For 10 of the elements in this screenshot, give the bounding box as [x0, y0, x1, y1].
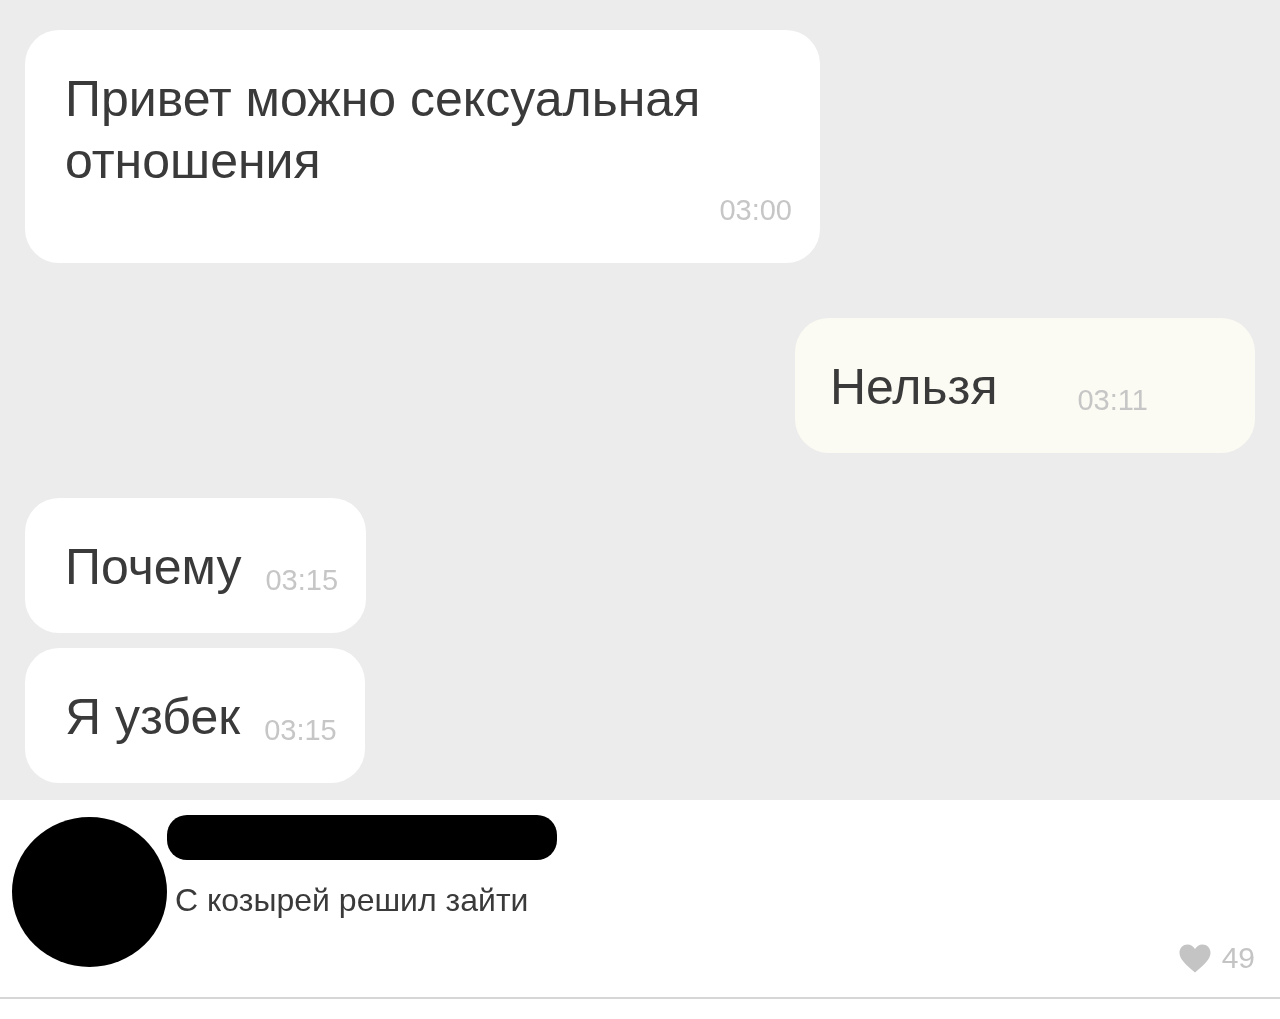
- heart-icon[interactable]: [1177, 942, 1212, 974]
- message-text: Привет можно сексуальная отношения: [65, 70, 702, 191]
- message-text: Почему: [65, 538, 242, 597]
- message-text: Нельзя: [830, 358, 998, 417]
- message-text: Я узбек: [65, 688, 241, 747]
- message-time: 03:15: [265, 563, 339, 598]
- comment-text: С козырей решил зайти: [175, 882, 530, 919]
- message-time: 03:15: [264, 713, 337, 748]
- message-time: 03:00: [719, 193, 792, 228]
- like-count: 49: [1221, 941, 1255, 975]
